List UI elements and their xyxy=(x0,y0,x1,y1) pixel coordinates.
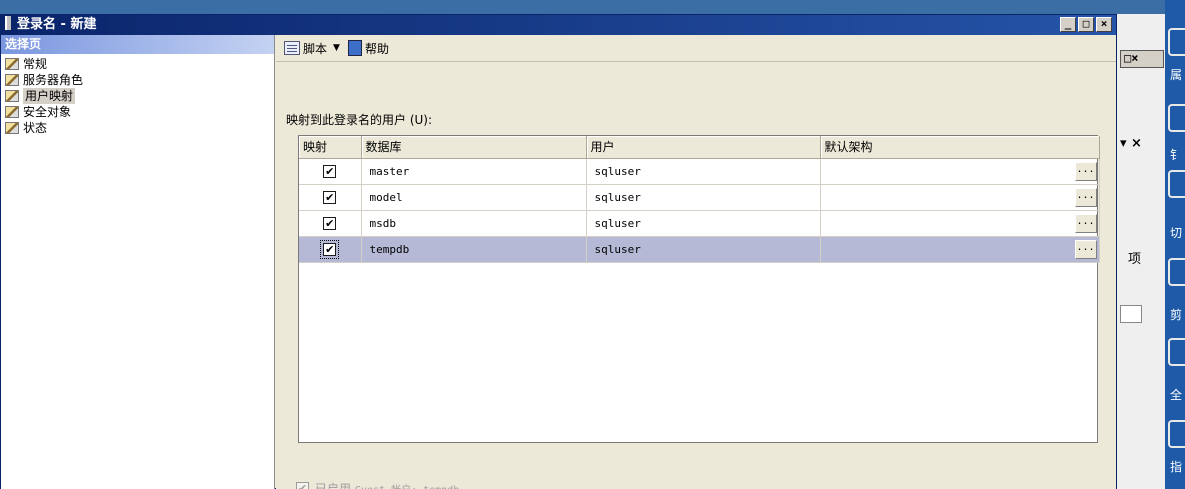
help-label: 帮助 xyxy=(364,41,389,56)
maximize-button[interactable]: □ xyxy=(1078,17,1094,32)
map-cell: ✔ xyxy=(299,210,362,237)
user-cell[interactable]: sqluser xyxy=(586,236,821,263)
side-tool-label: 钅 xyxy=(1170,148,1183,162)
database-cell: tempdb xyxy=(361,236,587,263)
page-item-status[interactable]: 状态 xyxy=(1,120,274,136)
close-button[interactable]: × xyxy=(1096,17,1112,32)
side-tool-label: 全 xyxy=(1170,388,1183,402)
database-cell: master xyxy=(361,158,587,185)
map-checkbox[interactable]: ✔ xyxy=(323,216,337,230)
dialog-title: 登录名 - 新建 xyxy=(17,17,97,32)
dropdown-arrow-icon[interactable]: ▼ xyxy=(333,43,340,53)
map-cell: ✔ xyxy=(299,184,362,211)
page-icon xyxy=(5,122,19,134)
script-button[interactable]: 脚本 ▼ xyxy=(284,40,340,57)
user-mapping-grid: 映射 数据库 用户 默认架构 ✔ master sqluser ... ✔ mo… xyxy=(298,135,1100,443)
guest-account-detail: Guest 帐户: tempdb xyxy=(355,481,459,489)
schema-cell[interactable]: ... xyxy=(820,210,1100,237)
table-row-selected[interactable]: ✔ tempdb sqluser ... xyxy=(299,236,1100,263)
page-list: 常规 服务器角色 用户映射 安全对象 状态 xyxy=(1,54,274,136)
map-cell: ✔ xyxy=(299,236,362,263)
side-tool-label: 指 xyxy=(1170,460,1183,474)
side-tool-icon[interactable] xyxy=(1168,28,1185,56)
page-item-user-mapping[interactable]: 用户映射 xyxy=(1,88,274,104)
guest-checkbox: ✔ xyxy=(296,482,309,489)
guest-enabled-option: ✔ 已启用 Guest 帐户: tempdb xyxy=(296,480,459,489)
page-item-server-roles[interactable]: 服务器角色 xyxy=(1,72,274,88)
schema-cell[interactable]: ... xyxy=(820,184,1100,211)
column-header-default-schema[interactable]: 默认架构 xyxy=(820,136,1100,159)
column-header-database[interactable]: 数据库 xyxy=(361,136,587,159)
minimize-button[interactable]: _ xyxy=(1060,17,1076,32)
browse-schema-button[interactable]: ... xyxy=(1074,187,1097,207)
page-icon xyxy=(5,106,19,118)
user-cell[interactable]: sqluser xyxy=(586,184,821,211)
page-icon xyxy=(5,58,19,70)
schema-cell[interactable]: ... xyxy=(820,236,1100,263)
help-button[interactable]: 帮助 xyxy=(347,40,389,57)
column-header-map[interactable]: 映射 xyxy=(299,136,362,159)
mapping-label: 映射到此登录名的用户 (U): xyxy=(286,113,433,127)
background-dropdown-close[interactable]: ▾ × xyxy=(1120,136,1142,151)
background-input[interactable] xyxy=(1120,305,1142,323)
page-item-label: 状态 xyxy=(23,121,48,135)
database-cell: msdb xyxy=(361,210,587,237)
dialog-title-bar[interactable]: 登录名 - 新建 _ □ × xyxy=(1,15,1116,35)
desktop-background xyxy=(0,0,1185,14)
side-tool-label: 属 xyxy=(1170,68,1183,82)
help-icon xyxy=(347,40,362,56)
toolbar: 脚本 ▼ 帮助 xyxy=(276,35,1116,62)
grid-header-row: 映射 数据库 用户 默认架构 xyxy=(299,136,1100,159)
browse-schema-button[interactable]: ... xyxy=(1074,239,1097,259)
side-tool-label: 切 xyxy=(1170,226,1183,240)
window-icon xyxy=(5,16,11,30)
table-row[interactable]: ✔ msdb sqluser ... xyxy=(299,210,1100,237)
script-label: 脚本 xyxy=(303,41,328,56)
database-cell: model xyxy=(361,184,587,211)
page-item-label: 安全对象 xyxy=(23,105,72,119)
side-tool-icon[interactable] xyxy=(1168,258,1185,286)
page-selector-pane: 选择页 常规 服务器角色 用户映射 安全对象 状态 xyxy=(1,35,275,489)
table-row[interactable]: ✔ model sqluser ... xyxy=(299,184,1100,211)
map-cell: ✔ xyxy=(299,158,362,185)
user-cell[interactable]: sqluser xyxy=(586,158,821,185)
page-item-label: 服务器角色 xyxy=(23,73,84,87)
page-icon xyxy=(5,90,19,102)
side-tool-icon[interactable] xyxy=(1168,338,1185,366)
map-checkbox[interactable]: ✔ xyxy=(320,239,340,259)
browse-schema-button[interactable]: ... xyxy=(1074,161,1097,181)
map-checkbox[interactable]: ✔ xyxy=(323,190,337,204)
page-selector-header: 选择页 xyxy=(1,35,274,54)
page-item-label: 用户映射 xyxy=(23,88,76,104)
column-header-user[interactable]: 用户 xyxy=(586,136,821,159)
content-pane: 脚本 ▼ 帮助 映射到此登录名的用户 (U): 映射 数据库 用户 默认架构 ✔… xyxy=(276,35,1116,489)
login-new-dialog: 登录名 - 新建 _ □ × 选择页 常规 服务器角色 用户映射 安全对象 状态… xyxy=(0,14,1117,489)
side-tool-icon[interactable] xyxy=(1168,170,1185,198)
side-tool-label: 剪 xyxy=(1170,308,1183,322)
page-icon xyxy=(5,74,19,86)
map-checkbox[interactable]: ✔ xyxy=(323,164,337,178)
background-window-buttons[interactable]: □× xyxy=(1120,50,1164,68)
schema-cell[interactable]: ... xyxy=(820,158,1100,185)
user-cell[interactable]: sqluser xyxy=(586,210,821,237)
page-item-securables[interactable]: 安全对象 xyxy=(1,104,274,120)
title-buttons: _ □ × xyxy=(1058,17,1112,32)
background-item-label: 项 xyxy=(1128,252,1142,267)
page-item-general[interactable]: 常规 xyxy=(1,56,274,72)
page-item-label: 常规 xyxy=(23,57,48,71)
side-tool-icon[interactable] xyxy=(1168,104,1185,132)
side-tool-icon[interactable] xyxy=(1168,420,1185,448)
guest-enabled-label: 已启用 xyxy=(315,482,352,489)
browse-schema-button[interactable]: ... xyxy=(1074,213,1097,233)
table-row[interactable]: ✔ master sqluser ... xyxy=(299,158,1100,185)
script-icon xyxy=(284,41,300,55)
